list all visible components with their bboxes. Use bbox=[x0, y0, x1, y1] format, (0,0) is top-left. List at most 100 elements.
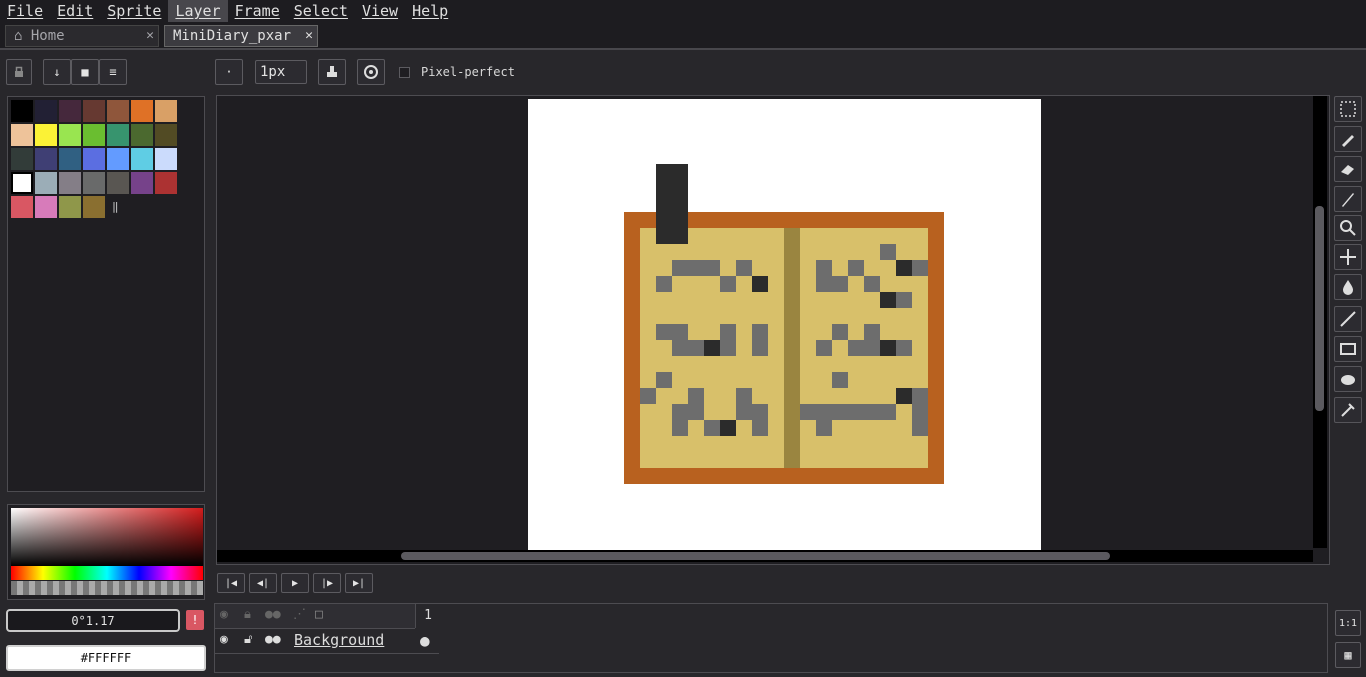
close-icon[interactable]: ✕ bbox=[146, 26, 154, 46]
timeline-header: ◉ 🔒︎ ●● ⋰ □ bbox=[215, 604, 415, 629]
palette-swatch[interactable] bbox=[131, 148, 153, 170]
color-sv-area[interactable] bbox=[11, 508, 203, 566]
marquee-icon bbox=[1340, 101, 1356, 117]
hue-slider[interactable] bbox=[11, 566, 203, 580]
cel-dot[interactable]: ● bbox=[420, 631, 430, 650]
canvas-area[interactable] bbox=[216, 95, 1330, 565]
film-strip-button[interactable]: ▦ bbox=[1335, 642, 1361, 668]
eyedropper-tool[interactable] bbox=[1334, 186, 1362, 212]
save-palette-button[interactable]: ■ bbox=[71, 59, 99, 85]
palette-swatch[interactable] bbox=[83, 196, 105, 218]
eye-icon[interactable]: ◉ bbox=[220, 632, 228, 647]
menu-frame[interactable]: Frame bbox=[228, 0, 287, 22]
layer-row[interactable]: ◉ 🔓︎ ●● Background ● bbox=[215, 629, 439, 654]
eye-icon[interactable]: ◉ bbox=[220, 607, 228, 622]
menu-edit[interactable]: Edit bbox=[50, 0, 100, 22]
pencil-tool[interactable] bbox=[1334, 126, 1362, 152]
rectangle-tool[interactable] bbox=[1334, 336, 1362, 362]
menu-help[interactable]: Help bbox=[405, 0, 455, 22]
warning-button[interactable]: ! bbox=[186, 610, 204, 630]
ellipse-tool[interactable] bbox=[1334, 366, 1362, 392]
hex-color-field[interactable]: #FFFFFF bbox=[6, 645, 206, 671]
palette-swatch[interactable] bbox=[131, 124, 153, 146]
lock-icon[interactable]: 🔒︎ bbox=[244, 607, 251, 622]
next-frame-button[interactable]: |▶ bbox=[313, 573, 341, 593]
palette-swatch[interactable] bbox=[35, 196, 57, 218]
palette-swatch[interactable] bbox=[11, 148, 33, 170]
lock-button[interactable] bbox=[6, 59, 32, 85]
palette-resize-handle[interactable]: ‖ bbox=[112, 200, 119, 213]
palette-swatch[interactable] bbox=[11, 196, 33, 218]
tab-home[interactable]: ⌂ Home ✕ bbox=[5, 25, 159, 47]
alpha-slider[interactable] bbox=[11, 581, 203, 595]
vertical-scrollbar-track[interactable] bbox=[1313, 96, 1327, 548]
close-icon[interactable]: ✕ bbox=[305, 26, 313, 46]
palette-swatch[interactable] bbox=[155, 124, 177, 146]
layer-group-icon[interactable]: ⋰ bbox=[293, 607, 306, 622]
palette-swatch[interactable] bbox=[155, 100, 177, 122]
palette-menu-button[interactable]: ≡ bbox=[99, 59, 127, 85]
lock-icon[interactable]: 🔓︎ bbox=[244, 632, 252, 647]
palette-swatch[interactable] bbox=[83, 124, 105, 146]
menu-file[interactable]: File bbox=[0, 0, 50, 22]
move-tool[interactable] bbox=[1334, 244, 1362, 270]
palette-swatch[interactable] bbox=[59, 100, 81, 122]
pixel-perfect-checkbox[interactable] bbox=[399, 67, 410, 78]
palette-swatch[interactable] bbox=[155, 172, 177, 194]
vertical-scrollbar-thumb[interactable] bbox=[1315, 206, 1324, 411]
palette-swatch[interactable] bbox=[35, 100, 57, 122]
dynamics-button[interactable] bbox=[357, 59, 385, 85]
marquee-tool[interactable] bbox=[1334, 96, 1362, 122]
sprite-canvas[interactable] bbox=[528, 99, 1041, 550]
brush-shape-button[interactable]: · bbox=[215, 59, 243, 85]
palette-swatch[interactable] bbox=[35, 124, 57, 146]
layer-name[interactable]: Background bbox=[294, 631, 384, 649]
ink-button[interactable] bbox=[318, 59, 346, 85]
palette-swatch[interactable] bbox=[83, 172, 105, 194]
spray-tool[interactable] bbox=[1334, 397, 1362, 423]
menu-select[interactable]: Select bbox=[287, 0, 355, 22]
palette-swatch[interactable] bbox=[107, 100, 129, 122]
palette-swatch[interactable] bbox=[131, 172, 153, 194]
play-button[interactable]: ▶ bbox=[281, 573, 309, 593]
move-icon bbox=[1340, 249, 1356, 265]
link-icon[interactable]: ●● bbox=[265, 607, 281, 622]
eraser-tool[interactable] bbox=[1334, 156, 1362, 182]
palette-swatch[interactable] bbox=[11, 100, 33, 122]
link-icon[interactable]: ●● bbox=[265, 632, 281, 647]
palette-swatch[interactable] bbox=[155, 148, 177, 170]
square-icon[interactable]: □ bbox=[315, 607, 323, 622]
zoom-tool[interactable] bbox=[1334, 215, 1362, 241]
palette-swatch[interactable] bbox=[59, 196, 81, 218]
frame-header[interactable]: 1 bbox=[415, 604, 440, 628]
palette-swatch[interactable] bbox=[35, 148, 57, 170]
palette-swatch[interactable] bbox=[83, 148, 105, 170]
horizontal-scrollbar-thumb[interactable] bbox=[401, 552, 1110, 560]
tab-document[interactable]: MiniDiary_pxar ✕ bbox=[164, 25, 318, 47]
palette-swatch[interactable] bbox=[107, 172, 129, 194]
color-value-field[interactable]: 0°1.17 bbox=[6, 609, 180, 632]
palette-swatch[interactable] bbox=[35, 172, 57, 194]
palette-swatch[interactable] bbox=[107, 124, 129, 146]
horizontal-scrollbar-track[interactable] bbox=[217, 550, 1313, 562]
menu-sprite[interactable]: Sprite bbox=[100, 0, 168, 22]
first-frame-button[interactable]: |◀ bbox=[217, 573, 245, 593]
palette-swatch[interactable] bbox=[83, 100, 105, 122]
palette-swatch[interactable] bbox=[131, 100, 153, 122]
palette-swatch[interactable] bbox=[59, 148, 81, 170]
palette-swatch[interactable] bbox=[11, 172, 33, 194]
menu-layer[interactable]: Layer bbox=[168, 0, 228, 22]
menu-view[interactable]: View bbox=[355, 0, 405, 22]
fill-tool[interactable] bbox=[1334, 274, 1362, 300]
palette-swatch[interactable] bbox=[59, 124, 81, 146]
zoom-1-1-button[interactable]: 1:1 bbox=[1335, 610, 1361, 636]
palette-swatch[interactable] bbox=[107, 148, 129, 170]
last-frame-button[interactable]: ▶| bbox=[345, 573, 373, 593]
palette-swatch[interactable] bbox=[11, 124, 33, 146]
brush-icon bbox=[1342, 193, 1354, 207]
line-tool[interactable] bbox=[1334, 306, 1362, 332]
arrow-down-button[interactable]: ↓ bbox=[43, 59, 71, 85]
previous-frame-button[interactable]: ◀| bbox=[249, 573, 277, 593]
palette-swatch[interactable] bbox=[59, 172, 81, 194]
brush-size-input[interactable]: 1px bbox=[255, 60, 307, 84]
